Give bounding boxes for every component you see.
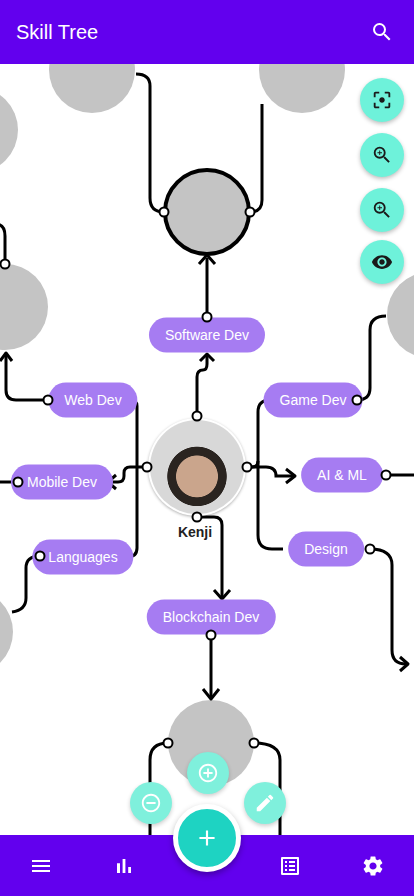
arrow-icon [286,469,295,483]
app-bar: Skill Tree [0,0,414,64]
arrow-icon [0,353,12,361]
stats-button[interactable] [108,850,140,882]
skill-pill[interactable]: Languages [32,540,133,575]
arrow-icon [214,590,230,599]
connector-dot[interactable] [14,478,23,487]
skill-pill[interactable]: Blockchain Dev [147,600,276,635]
connector-line [258,461,283,549]
zoom-icon [371,199,393,221]
connector-dot[interactable] [44,396,53,405]
connector-line [108,467,147,482]
connector-line [0,224,5,264]
skill-pill[interactable]: Web Dev [48,383,137,418]
connector-dot[interactable] [366,545,375,554]
connector-dot[interactable] [353,396,362,405]
focus-icon [371,89,393,111]
pencil-icon [254,792,276,814]
zoom-out-button[interactable] [360,188,404,232]
connector-line [210,635,213,697]
skill-pill[interactable]: AI & ML [301,458,383,493]
skill-node[interactable] [259,64,345,113]
arrow-icon [200,354,214,361]
profile[interactable] [148,418,246,516]
recenter-button[interactable] [360,78,404,122]
visibility-button[interactable] [360,240,404,284]
eye-icon [371,251,393,273]
connector-dot[interactable] [193,412,202,421]
arrow-icon [400,657,408,671]
connector-dot[interactable] [1,260,10,269]
zoom-in-icon [371,144,393,166]
avatar-photo[interactable] [150,420,244,514]
list-icon [278,854,302,878]
connector-dot[interactable] [143,463,152,472]
skill-node[interactable] [0,87,18,173]
connector-dot[interactable] [382,471,391,480]
list-button[interactable] [274,850,306,882]
plus-icon [194,825,220,851]
user-name: Kenji [178,524,212,540]
settings-button[interactable] [357,850,389,882]
menu-button[interactable] [25,850,57,882]
connector-line [136,74,164,212]
search-icon [370,20,394,44]
connector-dot[interactable] [164,739,173,748]
menu-icon [29,854,53,878]
connector-dots [0,64,414,835]
connector-dot[interactable] [250,739,259,748]
skill-node[interactable] [387,272,414,358]
plus-circle-icon [197,762,219,784]
connector-dot[interactable] [207,631,216,640]
connector-dot[interactable] [243,463,252,472]
skill-pill[interactable]: Design [288,532,364,567]
connector-dot[interactable] [160,208,169,217]
connector-line [370,549,406,664]
arrow-icon [199,255,215,264]
zoom-in-button[interactable] [360,133,404,177]
connector-line [357,316,386,400]
skill-pill[interactable]: Game Dev [264,383,363,418]
remove-button[interactable] [130,782,172,824]
search-button[interactable] [366,16,398,48]
bar-chart-icon [112,854,136,878]
edit-button[interactable] [244,782,286,824]
connector-dot[interactable] [203,313,212,322]
skill-node[interactable] [49,64,135,113]
connector-line [250,104,262,212]
app-title: Skill Tree [16,21,98,44]
connector-line [6,354,48,400]
arrow-icon [203,689,219,699]
skill-node[interactable] [165,170,249,254]
skill-node[interactable] [0,589,13,675]
skill-pill[interactable]: Software Dev [149,318,265,353]
skill-node[interactable] [0,264,48,350]
connector-dot[interactable] [193,513,202,522]
add-fab[interactable] [173,804,241,872]
skill-tree-screen: Skill Tree Software Dev Web Dev Mobile Dev… [0,0,414,896]
connector-dot[interactable] [36,552,45,561]
minus-circle-icon [140,792,162,814]
skill-node[interactable] [168,700,254,786]
gear-icon [361,854,385,878]
connector-line [127,400,137,557]
add-skill-button[interactable] [187,752,229,794]
connector-line [206,258,209,317]
connector-dot[interactable] [246,208,255,217]
bottom-nav [0,835,414,896]
skill-canvas[interactable]: Software Dev Web Dev Mobile Dev Languages Ga… [0,64,414,835]
connector-line [197,356,207,416]
skill-pill[interactable]: Mobile Dev [11,465,113,500]
